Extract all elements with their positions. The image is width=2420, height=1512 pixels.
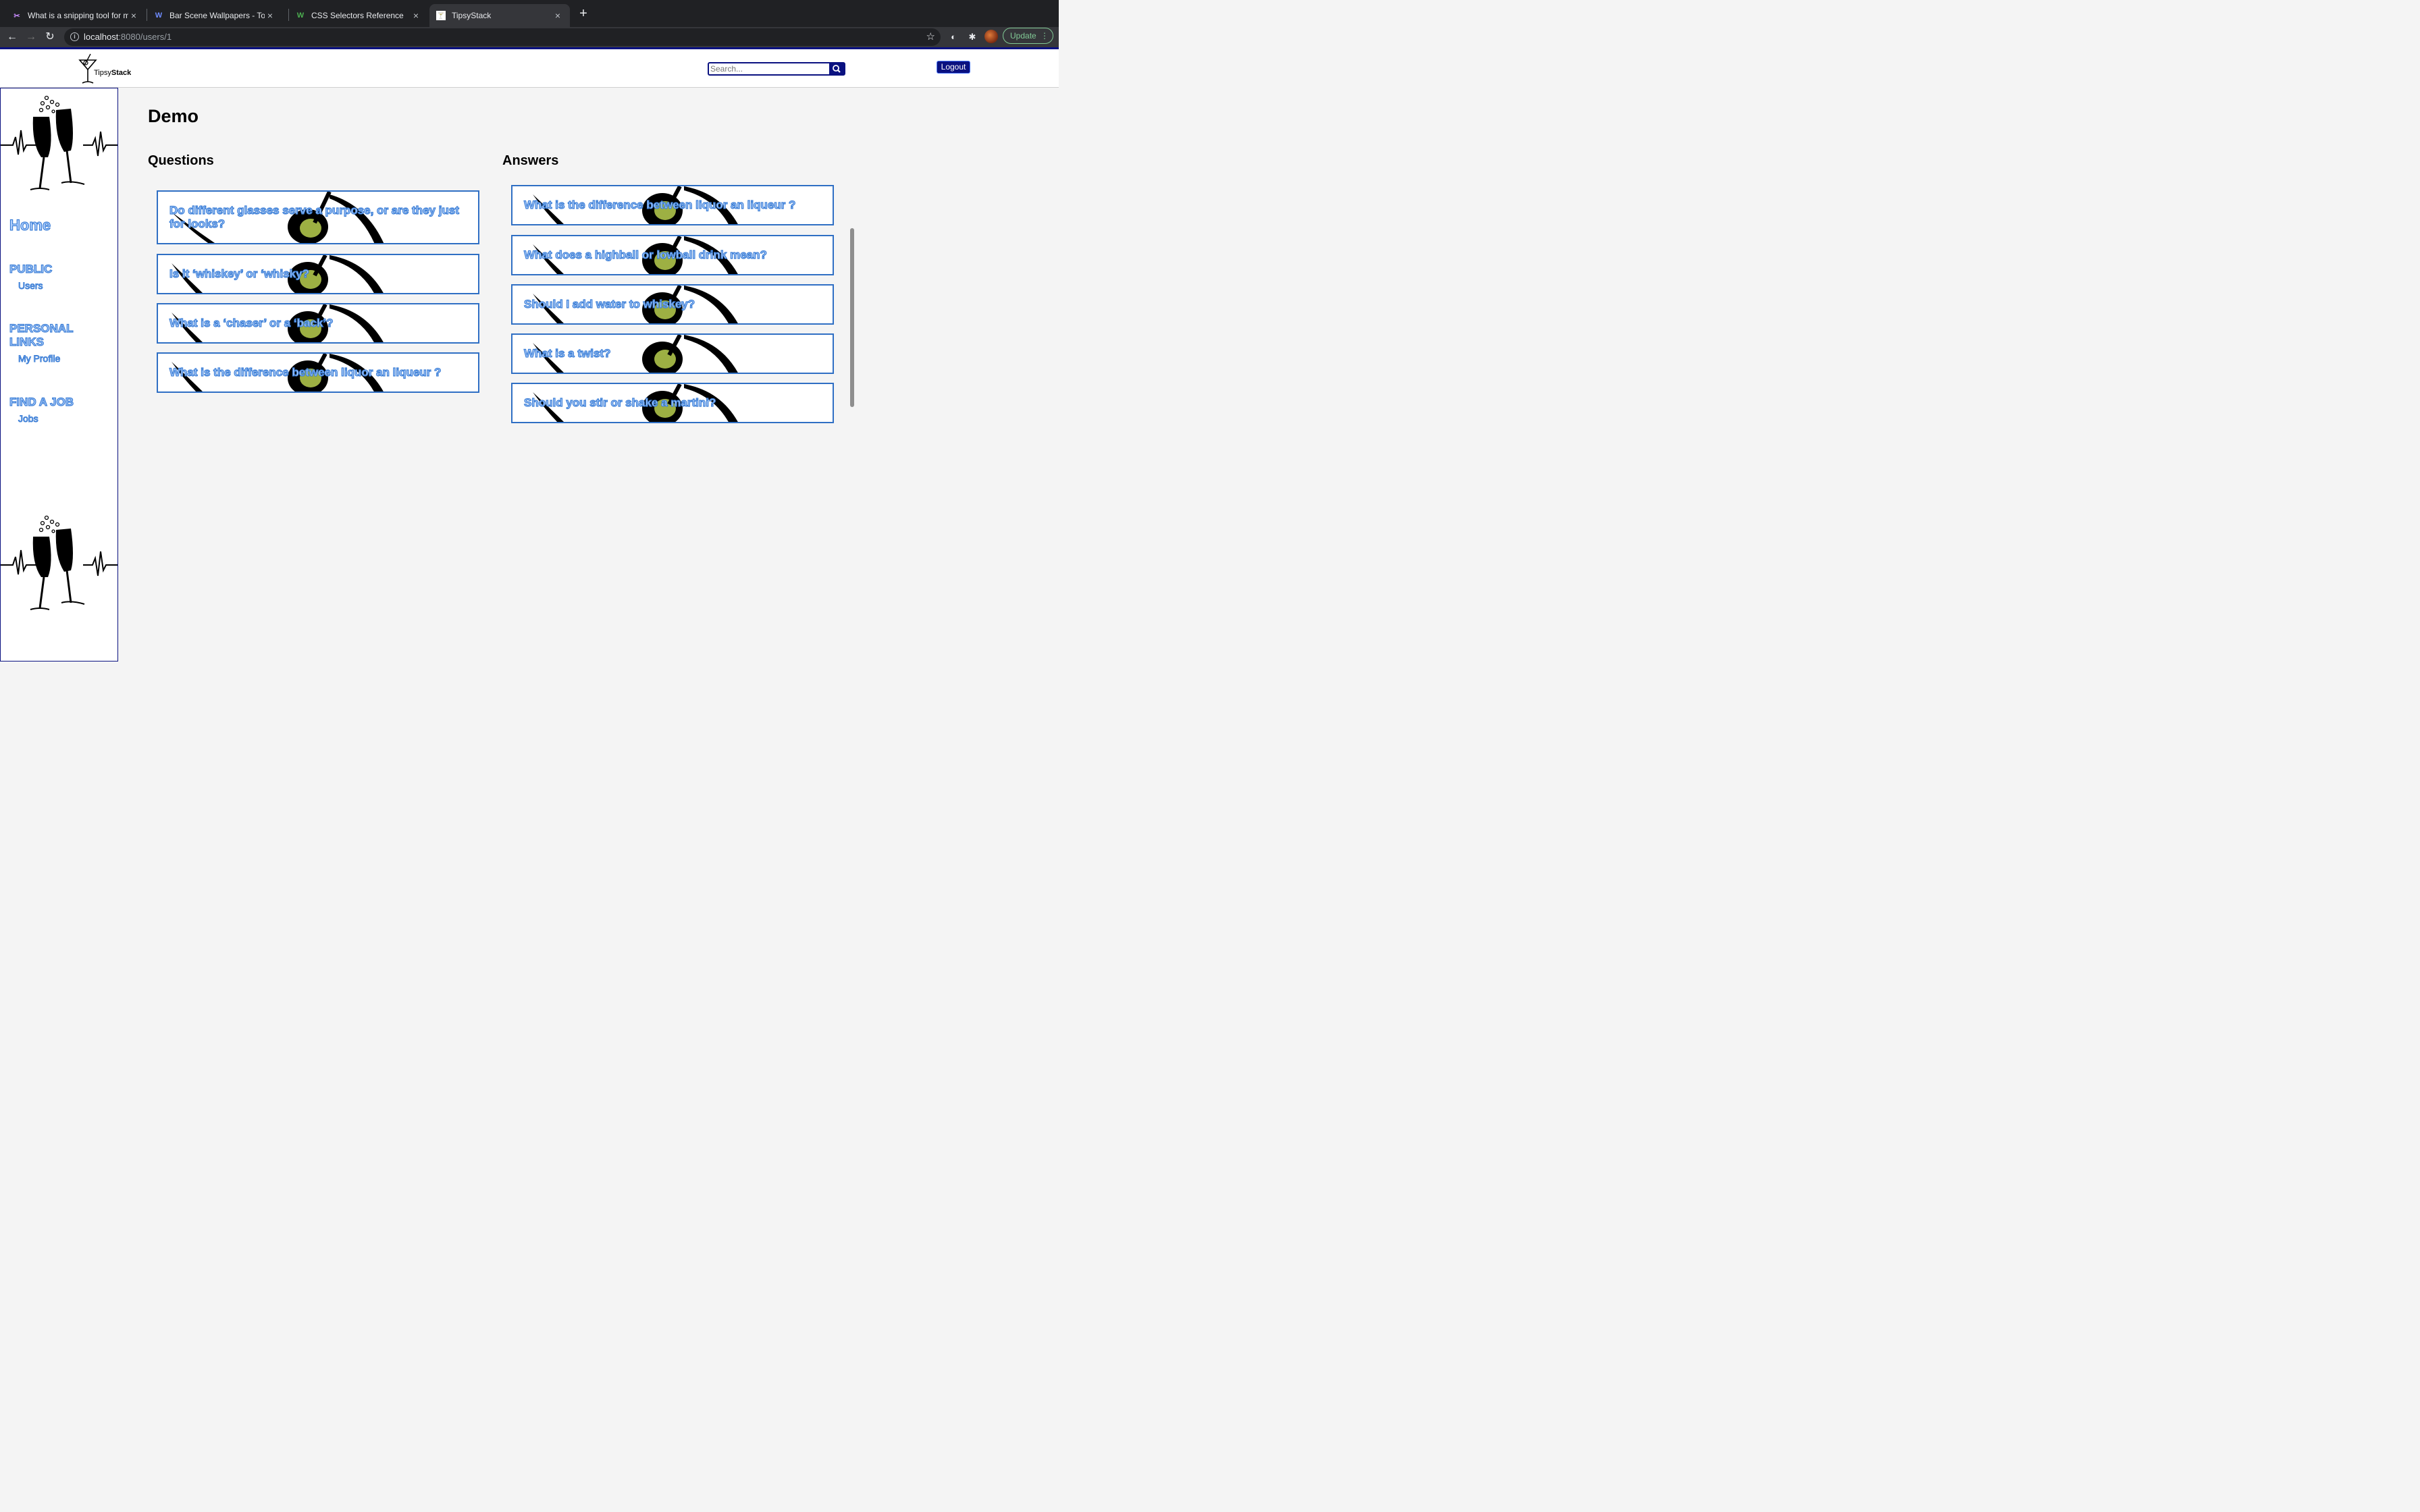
snip-favicon-icon: ✂ <box>14 11 20 20</box>
sidebar-heading-find-a-job: FIND A JOB <box>9 395 74 408</box>
search-icon <box>833 65 841 73</box>
search-box <box>708 62 845 76</box>
url-text[interactable]: localhost:8080/users/1 <box>84 32 172 42</box>
url-path: :8080/users/1 <box>118 32 172 42</box>
sidebar: Home PUBLIC Users PERSONAL LINKS My Profi… <box>0 88 118 662</box>
close-tab-icon[interactable]: × <box>265 10 275 21</box>
new-tab-button[interactable]: + <box>576 6 591 21</box>
more-menu-icon[interactable]: ⋮ <box>1041 28 1049 43</box>
tab-title: What is a snipping tool for mac <box>28 11 128 20</box>
close-tab-icon[interactable]: × <box>411 10 421 21</box>
sidebar-heading-personal: PERSONAL LINKS <box>9 321 74 349</box>
question-title[interactable]: Do different glasses serve a purpose, or… <box>169 203 467 231</box>
question-title[interactable]: What is the difference between liquor an… <box>169 365 467 379</box>
answers-scroll-area[interactable]: What is the difference between liquor an… <box>511 180 856 506</box>
sidebar-item-users[interactable]: Users <box>18 280 44 292</box>
answer-card[interactable]: What does a highball or lowball drink me… <box>511 235 834 275</box>
answer-title[interactable]: What is the difference between liquor an… <box>523 198 821 212</box>
update-button[interactable]: Update ⋮ <box>1003 28 1053 44</box>
forward-arrow-icon[interactable]: → <box>23 29 39 45</box>
answer-title[interactable]: What does a highball or lowball drink me… <box>523 248 821 262</box>
tab-title: CSS Selectors Reference <box>311 11 404 20</box>
bookmark-star-icon[interactable]: ☆ <box>926 30 935 43</box>
profile-avatar[interactable] <box>984 30 998 43</box>
site-header: TipsyStack Logout <box>0 49 1059 88</box>
page-title: Demo <box>148 106 199 126</box>
sidebar-heading-personal-line1: PERSONAL <box>9 321 74 335</box>
back-arrow-icon[interactable]: ← <box>4 29 20 45</box>
answer-card[interactable]: Should you stir or shake a martini? <box>511 383 834 423</box>
tipsystack-logo[interactable]: TipsyStack <box>76 52 150 86</box>
url-host: localhost <box>84 32 119 42</box>
logo-text-light: Tipsy <box>94 69 111 77</box>
sidebar-item-my-profile[interactable]: My Profile <box>18 353 60 364</box>
sidebar-item-jobs[interactable]: Jobs <box>18 413 39 425</box>
answer-card[interactable]: What is the difference between liquor an… <box>511 185 834 225</box>
address-bar[interactable]: i localhost:8080/users/1 ☆ <box>64 28 941 46</box>
close-tab-icon[interactable]: × <box>128 10 139 21</box>
search-input[interactable] <box>709 63 831 74</box>
web-page: TipsyStack Logout <box>0 47 1059 662</box>
question-card[interactable]: What is a ‘chaser’ or a ‘back’? <box>157 303 479 344</box>
wallpaper-favicon-icon: W <box>155 11 163 20</box>
browser-tab[interactable]: W Bar Scene Wallpapers - Top Fre × <box>147 4 282 27</box>
questions-heading: Questions <box>148 153 214 168</box>
answers-heading: Answers <box>502 153 559 168</box>
question-title[interactable]: Is it ‘whiskey’ or ‘whisky? <box>169 267 467 281</box>
question-card[interactable]: What is the difference between liquor an… <box>157 352 479 393</box>
sidebar-heading-public: PUBLIC <box>9 262 53 275</box>
question-card[interactable]: Do different glasses serve a purpose, or… <box>157 190 479 244</box>
logo-text: TipsyStack <box>94 69 131 77</box>
answer-title[interactable]: Should you stir or shake a martini? <box>523 396 821 410</box>
browser-tab-strip: ✂ What is a snipping tool for mac × W Ba… <box>0 0 1059 27</box>
logo-text-bold: Stack <box>111 69 132 77</box>
logout-button[interactable]: Logout <box>937 61 970 74</box>
sidebar-heading-personal-line2: LINKS <box>9 335 44 348</box>
answer-card[interactable]: What is a twist? <box>511 333 834 374</box>
answers-scrollbar-thumb[interactable] <box>850 228 854 407</box>
browser-toolbar: ← → ↻ i localhost:8080/users/1 ☆ ◐ ✱ <box>0 27 1059 47</box>
main-content: Demo Questions Answers Do different glas… <box>118 88 1059 662</box>
answer-title[interactable]: Should I add water to whiskey? <box>523 297 821 311</box>
tipsystack-favicon-icon: 🍸 <box>436 11 446 20</box>
extension-circle-icon[interactable]: ◐ <box>946 30 961 45</box>
reload-icon[interactable]: ↻ <box>42 29 58 45</box>
answer-title[interactable]: What is a twist? <box>523 346 821 360</box>
champagne-toast-illustration <box>1 95 117 190</box>
close-tab-icon[interactable]: × <box>552 10 563 21</box>
search-button[interactable] <box>829 63 844 74</box>
tab-title: TipsyStack <box>452 11 492 20</box>
update-label: Update <box>1010 31 1036 40</box>
browser-tab[interactable]: ✂ What is a snipping tool for mac × <box>5 4 146 27</box>
champagne-toast-illustration <box>1 515 117 610</box>
answer-card[interactable]: Should I add water to whiskey? <box>511 284 834 325</box>
browser-tab[interactable]: W CSS Selectors Reference × <box>289 4 428 27</box>
question-title[interactable]: What is a ‘chaser’ or a ‘back’? <box>169 316 467 330</box>
browser-tab-active[interactable]: 🍸 TipsyStack × <box>429 4 570 27</box>
tab-title: Bar Scene Wallpapers - Top Fre <box>169 11 265 20</box>
site-info-icon[interactable]: i <box>70 32 79 41</box>
extensions-puzzle-icon[interactable]: ✱ <box>965 30 980 45</box>
sidebar-home-link[interactable]: Home <box>9 216 51 234</box>
w3-favicon-icon: W <box>296 11 305 20</box>
question-card[interactable]: Is it ‘whiskey’ or ‘whisky? <box>157 254 479 294</box>
